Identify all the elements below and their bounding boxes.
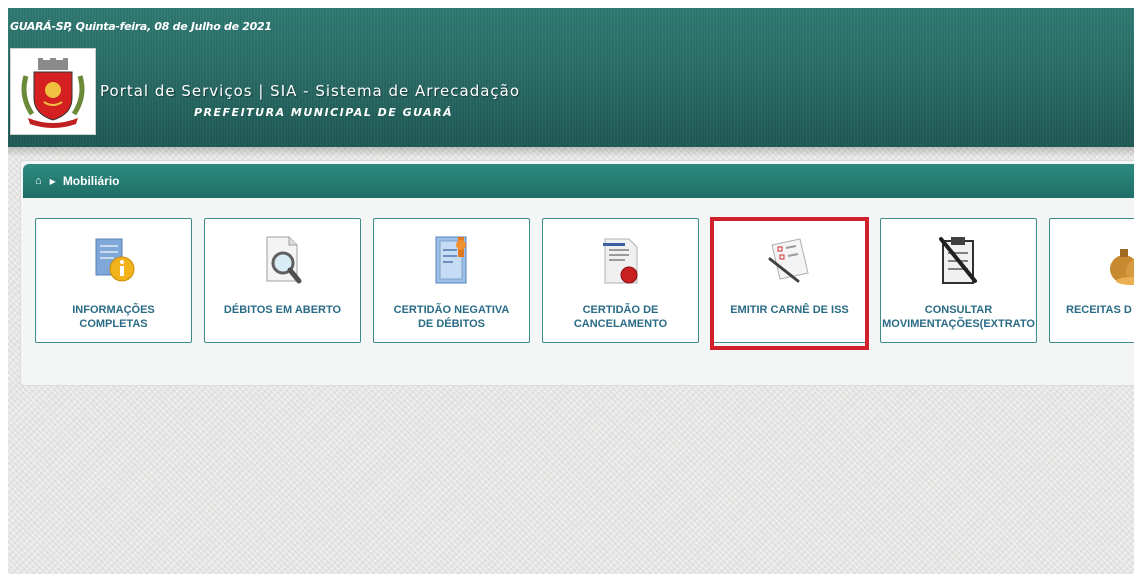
chevron-right-icon: ▶ <box>49 176 56 186</box>
coat-of-arms-logo[interactable] <box>10 48 96 135</box>
home-icon[interactable]: ⌂ <box>35 175 42 187</box>
money-bags-icon <box>1109 249 1134 285</box>
tile-certidao-cancelamento[interactable]: CERTIDÃO DE CANCELAMENTO <box>542 218 699 343</box>
site-header: GUARÁ-SP, Quinta-feira, 08 de Julho de 2… <box>8 8 1134 147</box>
document-pen-icon <box>768 238 809 283</box>
info-document-icon <box>95 238 134 282</box>
portal-subtitle: PREFEITURA MUNICIPAL DE GUARÁ <box>194 106 454 119</box>
breadcrumb: ⌂ ▶ Mobiliário <box>23 164 1134 198</box>
tile-label: INFORMAÇÕES COMPLETAS <box>72 304 155 330</box>
date-line: GUARÁ-SP, Quinta-feira, 08 de Julho de 2… <box>10 20 272 33</box>
tile-debitos-em-aberto[interactable]: DÉBITOS EM ABERTO <box>204 218 361 343</box>
mobiliario-panel: ⌂ ▶ Mobiliário INFORMAÇÕES COMPLETAS DÉB… <box>20 160 1134 386</box>
header-shadow <box>8 147 1134 157</box>
document-search-icon <box>266 236 301 284</box>
tile-label: CERTIDÃO NEGATIVA DE DÉBITOS <box>393 304 510 330</box>
tile-receitas[interactable]: RECEITAS D <box>1049 218 1134 343</box>
tile-label: CERTIDÃO DE CANCELAMENTO <box>573 304 668 330</box>
tile-label: CONSULTAR MOVIMENTAÇÕES(EXTRATO <box>882 304 1035 330</box>
tile-certidao-negativa[interactable]: CERTIDÃO NEGATIVA DE DÉBITOS <box>373 218 530 343</box>
breadcrumb-current: Mobiliário <box>62 174 120 188</box>
clipboard-pen-icon <box>938 237 977 284</box>
coat-of-arms-icon <box>21 57 85 128</box>
seal-document-icon <box>602 238 637 284</box>
tile-label: EMITIR CARNÊ DE ISS <box>730 304 849 316</box>
portal-title: Portal de Serviços | SIA - Sistema de Ar… <box>100 82 521 100</box>
tile-label: RECEITAS D <box>1066 304 1132 316</box>
tile-consultar-movimentacoes[interactable]: CONSULTAR MOVIMENTAÇÕES(EXTRATO <box>880 218 1037 343</box>
tile-emitir-carne-iss[interactable]: EMITIR CARNÊ DE ISS <box>711 218 868 343</box>
certificate-icon <box>435 236 466 284</box>
page-frame: GUARÁ-SP, Quinta-feira, 08 de Julho de 2… <box>8 8 1134 574</box>
tile-label: DÉBITOS EM ABERTO <box>223 304 342 316</box>
tile-informacoes-completas[interactable]: INFORMAÇÕES COMPLETAS <box>35 218 192 343</box>
